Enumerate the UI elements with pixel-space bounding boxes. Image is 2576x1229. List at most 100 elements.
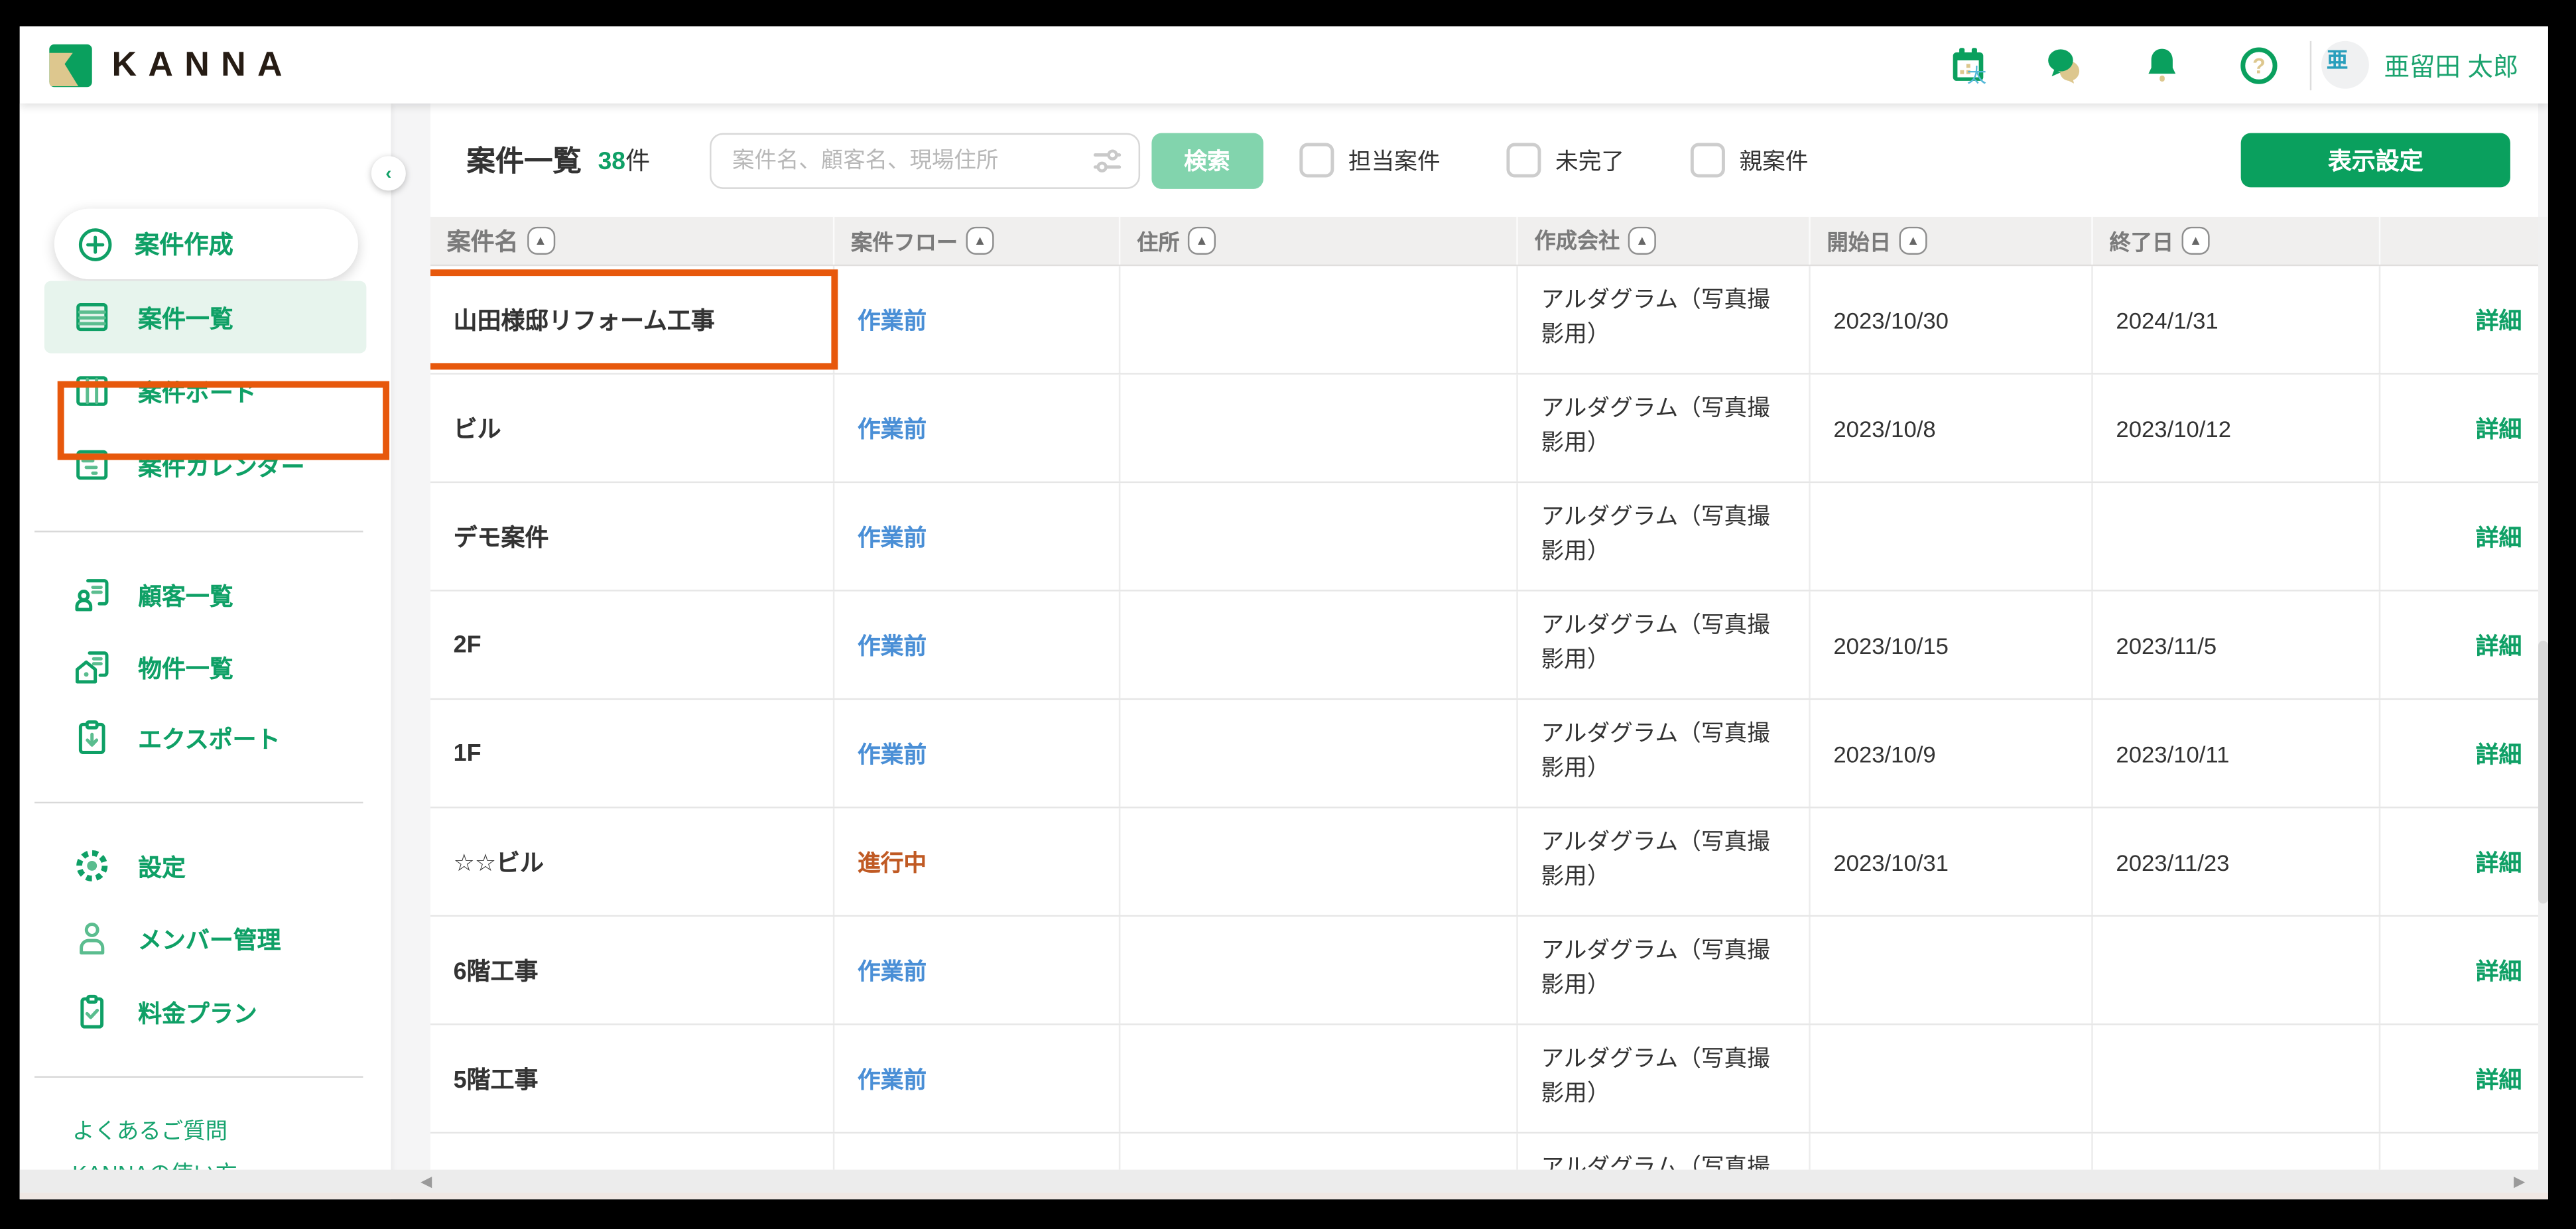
- property-doc-icon: [72, 647, 111, 686]
- cell-actions: 詳細: [2380, 592, 2538, 698]
- cell-start-date: [1811, 1133, 2093, 1169]
- checkbox-box[interactable]: [1690, 143, 1724, 178]
- vertical-scrollbar[interactable]: [2538, 217, 2548, 1170]
- sidebar-item-pricing-plan[interactable]: 料金プラン: [44, 976, 366, 1048]
- list-icon: [72, 297, 111, 336]
- sidebar-item-label: 案件ボード: [138, 374, 257, 409]
- customer-doc-icon: [72, 575, 111, 614]
- checkbox-box[interactable]: [1506, 143, 1541, 178]
- detail-link[interactable]: 詳細: [2476, 303, 2522, 336]
- user-menu[interactable]: 亜 太 亜留田 太郎: [2322, 41, 2519, 89]
- sidebar: 案件作成 案件一覧 案件ボード: [20, 103, 391, 1199]
- search-input[interactable]: [729, 146, 1088, 174]
- sort-button[interactable]: ▲: [1188, 227, 1216, 255]
- sort-button[interactable]: ▲: [1899, 227, 1927, 255]
- sidebar-divider: [34, 531, 363, 532]
- horizontal-scrollbar[interactable]: ◀ ▶: [20, 1170, 2548, 1193]
- cell-actions: 詳細: [2380, 809, 2538, 915]
- cell-flow: 作業前: [834, 483, 1120, 590]
- sidebar-item-label: 物件一覧: [138, 650, 233, 684]
- detail-link[interactable]: 詳細: [2476, 520, 2522, 553]
- cell-project-name: 山田様邸リフォーム工事: [430, 266, 834, 373]
- avatar: 亜 太: [2322, 41, 2370, 89]
- checkbox-incomplete[interactable]: 未完了: [1506, 143, 1624, 178]
- table-row: 6階工事作業前アルダグラム（写真撮影用）詳細: [430, 917, 2538, 1025]
- kanna-logo[interactable]: KANNA: [49, 44, 294, 86]
- display-settings-button[interactable]: 表示設定: [2241, 133, 2510, 188]
- sidebar-item-member-management[interactable]: メンバー管理: [44, 902, 366, 974]
- detail-link[interactable]: 詳細: [2476, 737, 2522, 770]
- cell-company: アルダグラム（写真撮影用）: [1518, 483, 1811, 590]
- sidebar-item-label: メンバー管理: [138, 921, 281, 955]
- sidebar-item-customer-list[interactable]: 顧客一覧: [44, 558, 366, 631]
- cell-actions: 詳細: [2380, 917, 2538, 1023]
- sidebar-item-settings[interactable]: 設定: [44, 830, 366, 902]
- sidebar-item-project-calendar[interactable]: 案件カレンダー: [44, 429, 366, 501]
- cell-start-date: 2023/10/8: [1811, 375, 2093, 482]
- checkbox-parent-projects[interactable]: 親案件: [1690, 143, 1808, 178]
- cell-address: [1120, 917, 1517, 1023]
- scroll-right-arrow-icon[interactable]: ▶: [2514, 1172, 2525, 1190]
- plan-clipboard-icon: [72, 992, 111, 1031]
- create-project-button[interactable]: 案件作成: [54, 209, 358, 280]
- sort-button[interactable]: ▲: [527, 227, 554, 255]
- sidebar-divider: [34, 802, 363, 803]
- detail-link[interactable]: 詳細: [2476, 411, 2522, 444]
- checkbox-box[interactable]: [1299, 143, 1334, 178]
- sort-button[interactable]: ▲: [2182, 227, 2210, 255]
- cell-actions: 詳細: [2380, 1025, 2538, 1132]
- cell-end-date: 2024/1/31: [2093, 266, 2380, 373]
- table-row: デモ案件作業前 アルダグラム（写真撮影用） 詳細: [430, 483, 2538, 591]
- cell-start-date: 2023/10/9: [1811, 700, 2093, 807]
- sidebar-collapse-button[interactable]: ‹: [371, 156, 406, 190]
- project-table: 案件名▲ 案件フロー▲ 住所▲ 作成会社▲ 開始日▲ 終了日▲ 山田様邸リフォー…: [430, 217, 2538, 1170]
- table-row: 4階工事作業前アルダグラム（写真撮影用）詳細: [430, 1133, 2538, 1169]
- column-header-address: 住所▲: [1120, 217, 1517, 265]
- sidebar-item-project-list[interactable]: 案件一覧: [44, 281, 366, 354]
- sort-button[interactable]: ▲: [966, 227, 994, 255]
- export-clipboard-icon: [72, 718, 111, 757]
- gear-icon: [72, 846, 111, 885]
- cell-end-date: 2023/10/12: [2093, 375, 2380, 482]
- cell-company: アルダグラム（写真撮影用）: [1518, 1133, 1811, 1169]
- column-header-start-date: 開始日▲: [1811, 217, 2093, 265]
- cell-end-date: [2093, 483, 2380, 590]
- sidebar-item-property-list[interactable]: 物件一覧: [44, 631, 366, 703]
- sidebar-item-export[interactable]: エクスポート: [44, 702, 366, 774]
- page-title: 案件一覧: [466, 140, 581, 181]
- cell-actions: 詳細: [2380, 483, 2538, 590]
- detail-link[interactable]: 詳細: [2476, 845, 2522, 878]
- cell-actions: 詳細: [2380, 700, 2538, 807]
- scroll-left-arrow-icon[interactable]: ◀: [420, 1172, 432, 1190]
- column-header-project-name: 案件名▲: [430, 217, 834, 265]
- column-header-flow: 案件フロー▲: [834, 217, 1120, 265]
- sliders-icon[interactable]: [1089, 142, 1125, 178]
- sidebar-link-faq[interactable]: よくあるご質問: [72, 1112, 227, 1145]
- table-row: ビル作業前アルダグラム（写真撮影用）2023/10/82023/10/12詳細: [430, 375, 2538, 483]
- avatar-char: 太: [1966, 61, 2364, 89]
- app-window: KANNA ?: [0, 0, 2576, 1229]
- detail-link[interactable]: 詳細: [2476, 628, 2522, 661]
- cell-end-date: [2093, 1133, 2380, 1169]
- sidebar-item-project-board[interactable]: 案件ボード: [44, 355, 366, 427]
- sidebar-item-label: 料金プラン: [138, 995, 257, 1029]
- search-button[interactable]: 検索: [1151, 132, 1263, 188]
- detail-link[interactable]: 詳細: [2476, 1062, 2522, 1095]
- checkbox-assigned-projects[interactable]: 担当案件: [1299, 143, 1441, 178]
- cell-start-date: 2023/10/30: [1811, 266, 2093, 373]
- cell-project-name: 1F: [430, 700, 834, 807]
- cell-start-date: 2023/10/31: [1811, 809, 2093, 915]
- cell-project-name: 5階工事: [430, 1025, 834, 1132]
- vertical-scrollbar-thumb[interactable]: [2538, 641, 2548, 903]
- table-row: 2F作業前アルダグラム（写真撮影用）2023/10/152023/11/5詳細: [430, 592, 2538, 700]
- table-header: 案件名▲ 案件フロー▲ 住所▲ 作成会社▲ 開始日▲ 終了日▲: [430, 217, 2538, 266]
- cell-address: [1120, 700, 1517, 807]
- detail-link[interactable]: 詳細: [2476, 954, 2522, 987]
- cell-address: [1120, 483, 1517, 590]
- cell-address: [1120, 266, 1517, 373]
- cell-start-date: 2023/10/15: [1811, 592, 2093, 698]
- cell-actions: 詳細: [2380, 1133, 2538, 1169]
- cell-project-name: デモ案件: [430, 483, 834, 590]
- cell-start-date: [1811, 483, 2093, 590]
- sort-button[interactable]: ▲: [1628, 227, 1656, 255]
